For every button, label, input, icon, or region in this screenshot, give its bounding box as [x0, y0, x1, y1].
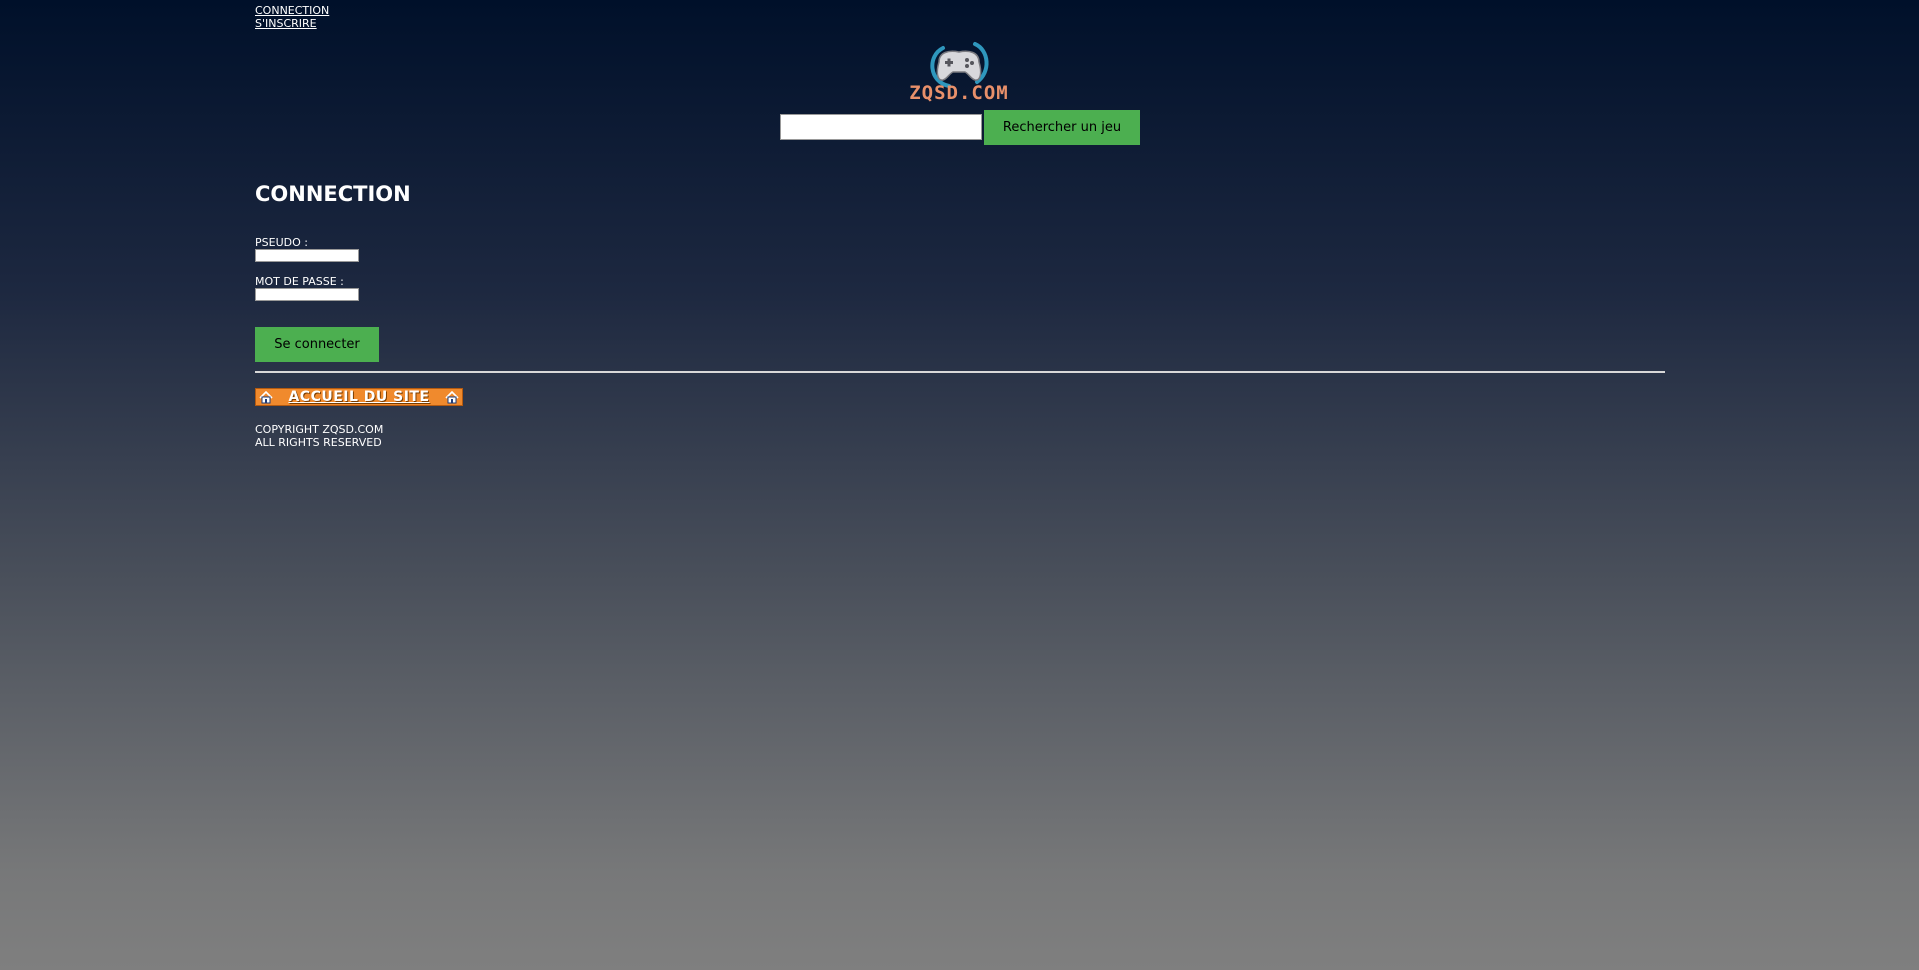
- login-link[interactable]: CONNECTION: [255, 4, 329, 17]
- copyright-line: COPYRIGHT ZQSD.COM: [255, 423, 384, 436]
- rights-line: ALL RIGHTS RESERVED: [255, 436, 382, 449]
- house-icon: [445, 390, 459, 403]
- site-logo[interactable]: ZQSD.COM: [889, 38, 1029, 106]
- account-links: CONNECTION S'INSCRIRE: [255, 4, 329, 30]
- home-link-label: ACCUEIL DU SITE: [288, 389, 430, 405]
- password-field[interactable]: [255, 288, 359, 301]
- divider: [255, 371, 1665, 373]
- home-link-banner[interactable]: ACCUEIL DU SITE: [255, 388, 463, 406]
- register-link[interactable]: S'INSCRIRE: [255, 17, 329, 30]
- search-button[interactable]: Rechercher un jeu: [984, 110, 1140, 145]
- page-title: CONNECTION: [255, 182, 411, 206]
- password-label: MOT DE PASSE :: [255, 275, 344, 288]
- gamepad-icon: [930, 42, 989, 88]
- logo-wordmark: ZQSD.COM: [909, 82, 1009, 104]
- copyright: COPYRIGHT ZQSD.COM ALL RIGHTS RESERVED: [255, 423, 383, 449]
- login-button[interactable]: Se connecter: [255, 327, 379, 362]
- username-field[interactable]: [255, 249, 359, 262]
- username-label: PSEUDO :: [255, 236, 308, 249]
- search-input[interactable]: [780, 114, 982, 140]
- house-icon: [259, 390, 273, 403]
